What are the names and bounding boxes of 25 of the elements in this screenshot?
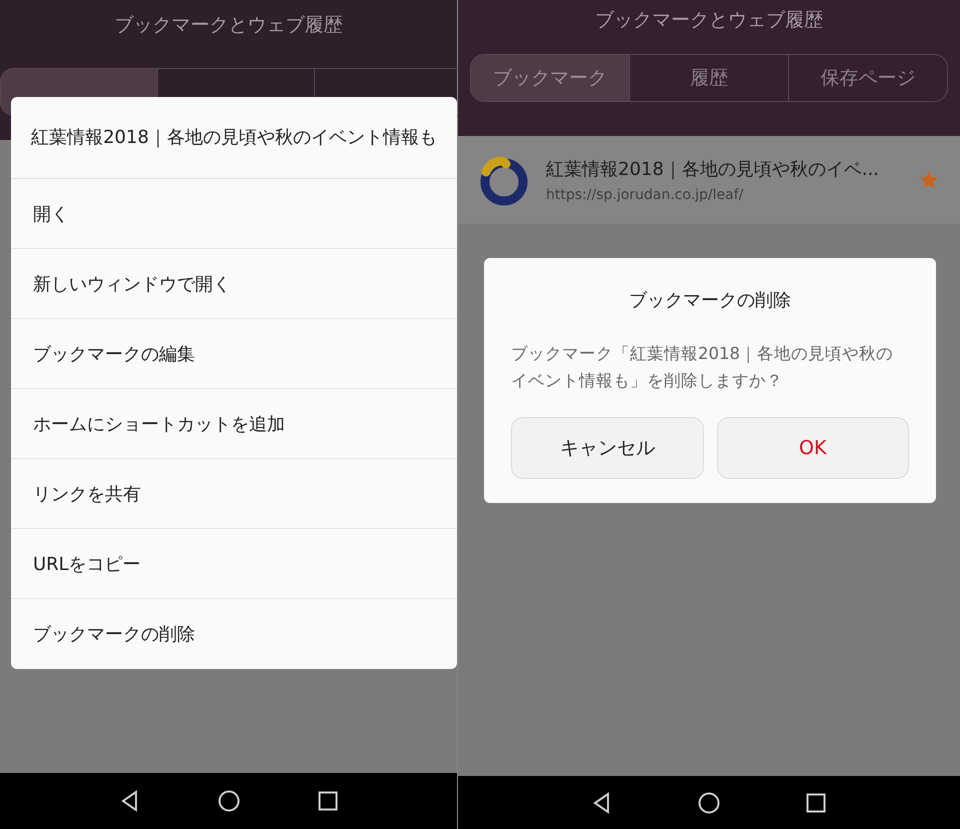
dialog-message: ブックマーク「紅葉情報2018｜各地の見頃や秋のイベント情報も」を削除しますか？ [511,343,894,392]
bookmark-title: 紅葉情報2018｜各地の見頃や秋のイベ... [546,158,880,181]
menu-item[interactable]: URLをコピー [11,529,457,599]
ok-button[interactable]: OK [716,417,909,479]
recents-icon[interactable] [804,790,828,814]
bookmark-url: https://sp.jorudan.co.jp/leaf/ [546,187,744,203]
cancel-button[interactable]: キャンセル [511,417,704,479]
tab[interactable]: 履歴 [629,55,788,101]
menu-item[interactable]: ブックマークの削除 [11,599,457,669]
home-icon[interactable] [696,790,721,814]
home-icon[interactable] [216,789,240,813]
dialog-title: ブックマークの削除 [628,289,792,312]
recents-icon[interactable] [316,789,340,813]
header-title: ブックマークとウェブ履歴 [595,8,823,33]
bookmark-row[interactable]: 紅葉情報2018｜各地の見頃や秋のイベ... https://sp.jorudan.co.jp/leaf/ [458,136,960,225]
star-icon[interactable] [918,169,940,191]
menu-title: 紅葉情報2018｜各地の見頃や秋のイベント情報も [11,97,457,179]
menu-item[interactable]: ホームにショートカットを追加 [11,389,457,459]
menu-item[interactable]: 開く [11,179,457,249]
menu-item[interactable]: リンクを共有 [11,459,457,529]
header-title: ブックマークとウェブ履歴 [114,13,342,38]
menu-item[interactable]: 新しいウィンドウで開く [11,249,457,319]
menu-item[interactable]: ブックマークの編集 [11,319,457,389]
tab[interactable]: 保存ページ [788,55,947,101]
ring-logo-icon [478,154,530,206]
